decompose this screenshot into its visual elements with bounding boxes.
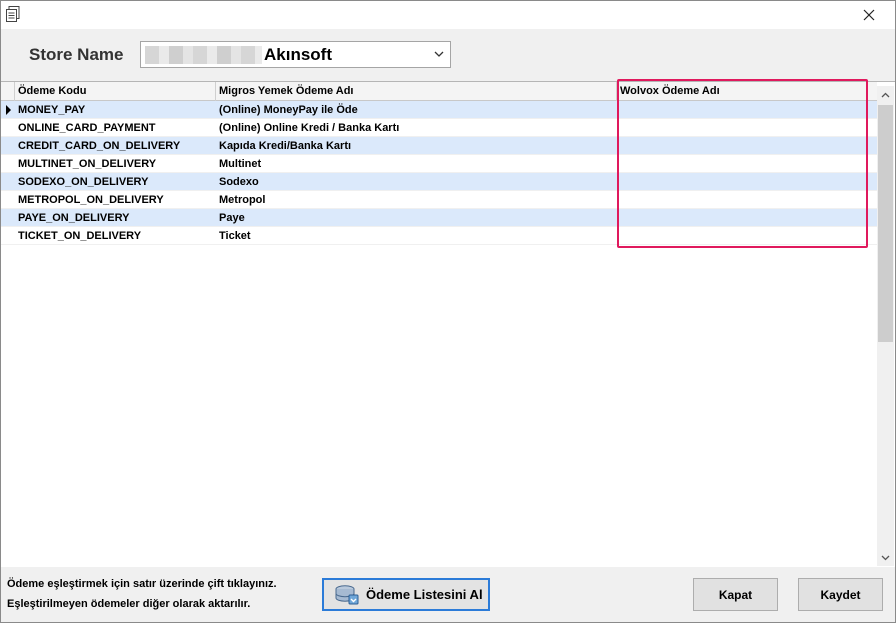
cell-migros-odeme-adi: (Online) Online Kredi / Banka Kartı	[219, 122, 400, 134]
cell-wolvox-odeme-adi[interactable]	[617, 155, 620, 173]
row-indicator-icon	[6, 105, 11, 115]
info-text-double-click: Ödeme eşleştirmek için satır üzerinde çi…	[7, 578, 277, 590]
document-icon	[6, 6, 20, 22]
chevron-up-icon	[881, 92, 890, 97]
store-name-label: Store Name	[29, 45, 124, 64]
footer-bar: Ödeme eşleştirmek için satır üzerinde çi…	[1, 567, 895, 622]
table-row[interactable]: CREDIT_CARD_ON_DELIVERY Kapıda Kredi/Ban…	[1, 137, 877, 155]
cell-odeme-kodu: CREDIT_CARD_ON_DELIVERY	[18, 140, 181, 152]
close-icon	[863, 9, 875, 21]
table-row[interactable]: PAYE_ON_DELIVERY Paye	[1, 209, 877, 227]
table-row[interactable]: MULTINET_ON_DELIVERY Multinet	[1, 155, 877, 173]
cell-migros-odeme-adi: Metropol	[219, 194, 266, 206]
chevron-down-icon	[434, 51, 444, 57]
cell-wolvox-odeme-adi[interactable]	[617, 209, 620, 227]
fetch-payment-list-button[interactable]: Ödeme Listesini Al	[322, 578, 490, 611]
redacted-store-prefix	[145, 46, 262, 64]
save-button[interactable]: Kaydet	[798, 578, 883, 611]
info-text-unmatched: Eşleştirilmeyen ödemeler diğer olarak ak…	[7, 598, 251, 610]
payment-grid: Ödeme Kodu Migros Yemek Ödeme Adı Wolvox…	[1, 79, 895, 567]
cell-odeme-kodu: MULTINET_ON_DELIVERY	[18, 158, 157, 170]
vertical-scrollbar[interactable]	[877, 86, 894, 566]
close-button[interactable]: Kapat	[693, 578, 778, 611]
chevron-down-icon	[881, 555, 890, 560]
header-indicator-cell	[1, 82, 15, 101]
table-row[interactable]: ONLINE_CARD_PAYMENT (Online) Online Kred…	[1, 119, 877, 137]
cell-odeme-kodu: METROPOL_ON_DELIVERY	[18, 194, 164, 206]
cell-wolvox-odeme-adi[interactable]	[617, 137, 620, 155]
cell-odeme-kodu: MONEY_PAY	[18, 104, 86, 116]
store-dropdown-value: Akınsoft	[264, 45, 332, 64]
column-header-wolvox-odeme-adi[interactable]: Wolvox Ödeme Adı	[617, 82, 877, 101]
close-window-button[interactable]	[849, 1, 889, 29]
store-selector-row: Store Name Akınsoft	[1, 29, 895, 81]
cell-wolvox-odeme-adi[interactable]	[617, 173, 620, 191]
cell-migros-odeme-adi: Kapıda Kredi/Banka Kartı	[219, 140, 352, 152]
grid-header: Ödeme Kodu Migros Yemek Ödeme Adı Wolvox…	[1, 82, 877, 101]
cell-migros-odeme-adi: Multinet	[219, 158, 262, 170]
cell-wolvox-odeme-adi[interactable]	[617, 119, 620, 137]
table-row[interactable]: MONEY_PAY (Online) MoneyPay ile Öde	[1, 101, 877, 119]
scroll-down-button[interactable]	[877, 549, 894, 566]
table-row[interactable]: METROPOL_ON_DELIVERY Metropol	[1, 191, 877, 209]
cell-migros-odeme-adi: Sodexo	[219, 176, 259, 188]
cell-odeme-kodu: SODEXO_ON_DELIVERY	[18, 176, 149, 188]
cell-wolvox-odeme-adi[interactable]	[617, 101, 620, 119]
cell-wolvox-odeme-adi[interactable]	[617, 191, 620, 209]
payment-mapping-window: Store Name Akınsoft Ödeme Kodu Migros Ye…	[0, 0, 896, 623]
table-row[interactable]: SODEXO_ON_DELIVERY Sodexo	[1, 173, 877, 191]
column-header-odeme-kodu[interactable]: Ödeme Kodu	[15, 82, 216, 101]
cell-odeme-kodu: PAYE_ON_DELIVERY	[18, 212, 130, 224]
table-row[interactable]: TICKET_ON_DELIVERY Ticket	[1, 227, 877, 245]
cell-migros-odeme-adi: Ticket	[219, 230, 251, 242]
database-download-icon	[335, 584, 359, 604]
column-header-migros-odeme-adi[interactable]: Migros Yemek Ödeme Adı	[216, 82, 617, 101]
fetch-payment-list-label: Ödeme Listesini Al	[366, 587, 483, 602]
title-bar	[1, 1, 895, 29]
scroll-up-button[interactable]	[877, 86, 894, 103]
store-dropdown[interactable]: Akınsoft	[140, 41, 451, 68]
scrollbar-thumb[interactable]	[878, 105, 893, 342]
cell-odeme-kodu: TICKET_ON_DELIVERY	[18, 230, 142, 242]
cell-odeme-kodu: ONLINE_CARD_PAYMENT	[18, 122, 156, 134]
cell-migros-odeme-adi: Paye	[219, 212, 245, 224]
cell-wolvox-odeme-adi[interactable]	[617, 227, 620, 245]
cell-migros-odeme-adi: (Online) MoneyPay ile Öde	[219, 104, 358, 116]
